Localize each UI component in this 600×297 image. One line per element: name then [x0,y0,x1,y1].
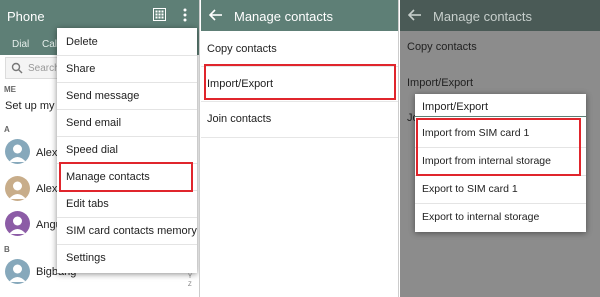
menu-item-label: SIM card contacts memory [66,225,197,237]
section-b: B [4,245,10,254]
import-from-storage-option[interactable]: Import from internal storage [415,147,586,175]
phone-app-bar: Phone [0,0,199,31]
setup-profile-item[interactable]: Set up my p [5,100,64,112]
menu-item-send-message[interactable]: Send message [57,82,197,109]
screen-title: Manage contacts [433,9,533,24]
overflow-menu: Delete Share Send message Send email Spe… [57,28,197,273]
dialog-title: Import/Export [422,101,489,113]
avatar [5,176,30,201]
menu-item-settings[interactable]: Settings [57,244,197,271]
avatar [5,211,30,236]
back-arrow-icon [408,9,421,21]
menu-item-speed-dial[interactable]: Speed dial [57,136,197,163]
menu-item-manage-contacts[interactable]: Manage contacts [57,163,197,190]
index-letter[interactable]: Y [188,274,192,280]
avatar [5,139,30,164]
tab-dial[interactable]: Dial [12,39,29,50]
app-title: Phone [7,9,45,24]
import-export-dialog-panel: Manage contacts Copy contacts Import/Exp… [400,0,600,297]
more-vert-icon[interactable] [182,8,188,22]
menu-item-label: Speed dial [66,144,118,156]
dimmed-import-export: Import/Export [407,77,474,89]
menu-item-send-email[interactable]: Send email [57,109,197,136]
search-icon [11,62,23,74]
menu-item-label: Delete [66,36,98,48]
manage-contacts-app-bar: Manage contacts [201,0,398,31]
manage-contacts-panel: Manage contacts Copy contacts Import/Exp… [201,0,399,297]
section-a: A [4,125,10,134]
option-label: Import from SIM card 1 [422,127,530,139]
copy-contacts-item[interactable]: Copy contacts [201,31,398,67]
menu-item-delete[interactable]: Delete [57,28,197,55]
menu-item-label: Settings [66,252,106,264]
menu-item-share[interactable]: Share [57,55,197,82]
back-arrow-icon[interactable] [209,9,223,21]
option-label: Export to SIM card 1 [422,183,518,195]
index-letter[interactable]: Z [188,282,192,288]
menu-item-edit-tabs[interactable]: Edit tabs [57,190,197,217]
import-export-item[interactable]: Import/Export [201,66,398,102]
item-label: Copy contacts [207,43,277,55]
item-label: Import/Export [207,78,274,90]
menu-item-sim-memory[interactable]: SIM card contacts memory [57,217,197,244]
item-label: Join contacts [207,113,272,125]
dimmed-copy-contacts: Copy contacts [407,41,477,53]
menu-item-label: Send email [66,117,122,129]
menu-item-label: Edit tabs [66,198,109,210]
phone-contacts-panel: Phone Dial Call Search ME Set up my p A … [0,0,200,297]
import-export-dialog: Import/Export Import from SIM card 1 Imp… [415,94,586,232]
keypad-icon[interactable] [153,8,166,21]
menu-item-label: Share [66,63,96,75]
contact-name[interactable]: Alex [36,183,57,195]
avatar [5,259,30,284]
menu-item-label: Manage contacts [66,171,150,183]
menu-item-label: Send message [66,90,140,102]
section-me: ME [4,85,16,94]
search-placeholder: Search [28,63,60,74]
join-contacts-item[interactable]: Join contacts [201,101,398,137]
option-label: Export to internal storage [422,211,540,223]
divider [201,137,398,138]
import-from-sim-option[interactable]: Import from SIM card 1 [415,119,586,147]
export-to-sim-option[interactable]: Export to SIM card 1 [415,175,586,203]
dimmed-app-bar: Manage contacts [400,0,600,31]
screen-title: Manage contacts [234,9,334,24]
dialog-title-divider [415,116,586,117]
export-to-storage-option[interactable]: Export to internal storage [415,203,586,231]
option-label: Import from internal storage [422,155,551,167]
